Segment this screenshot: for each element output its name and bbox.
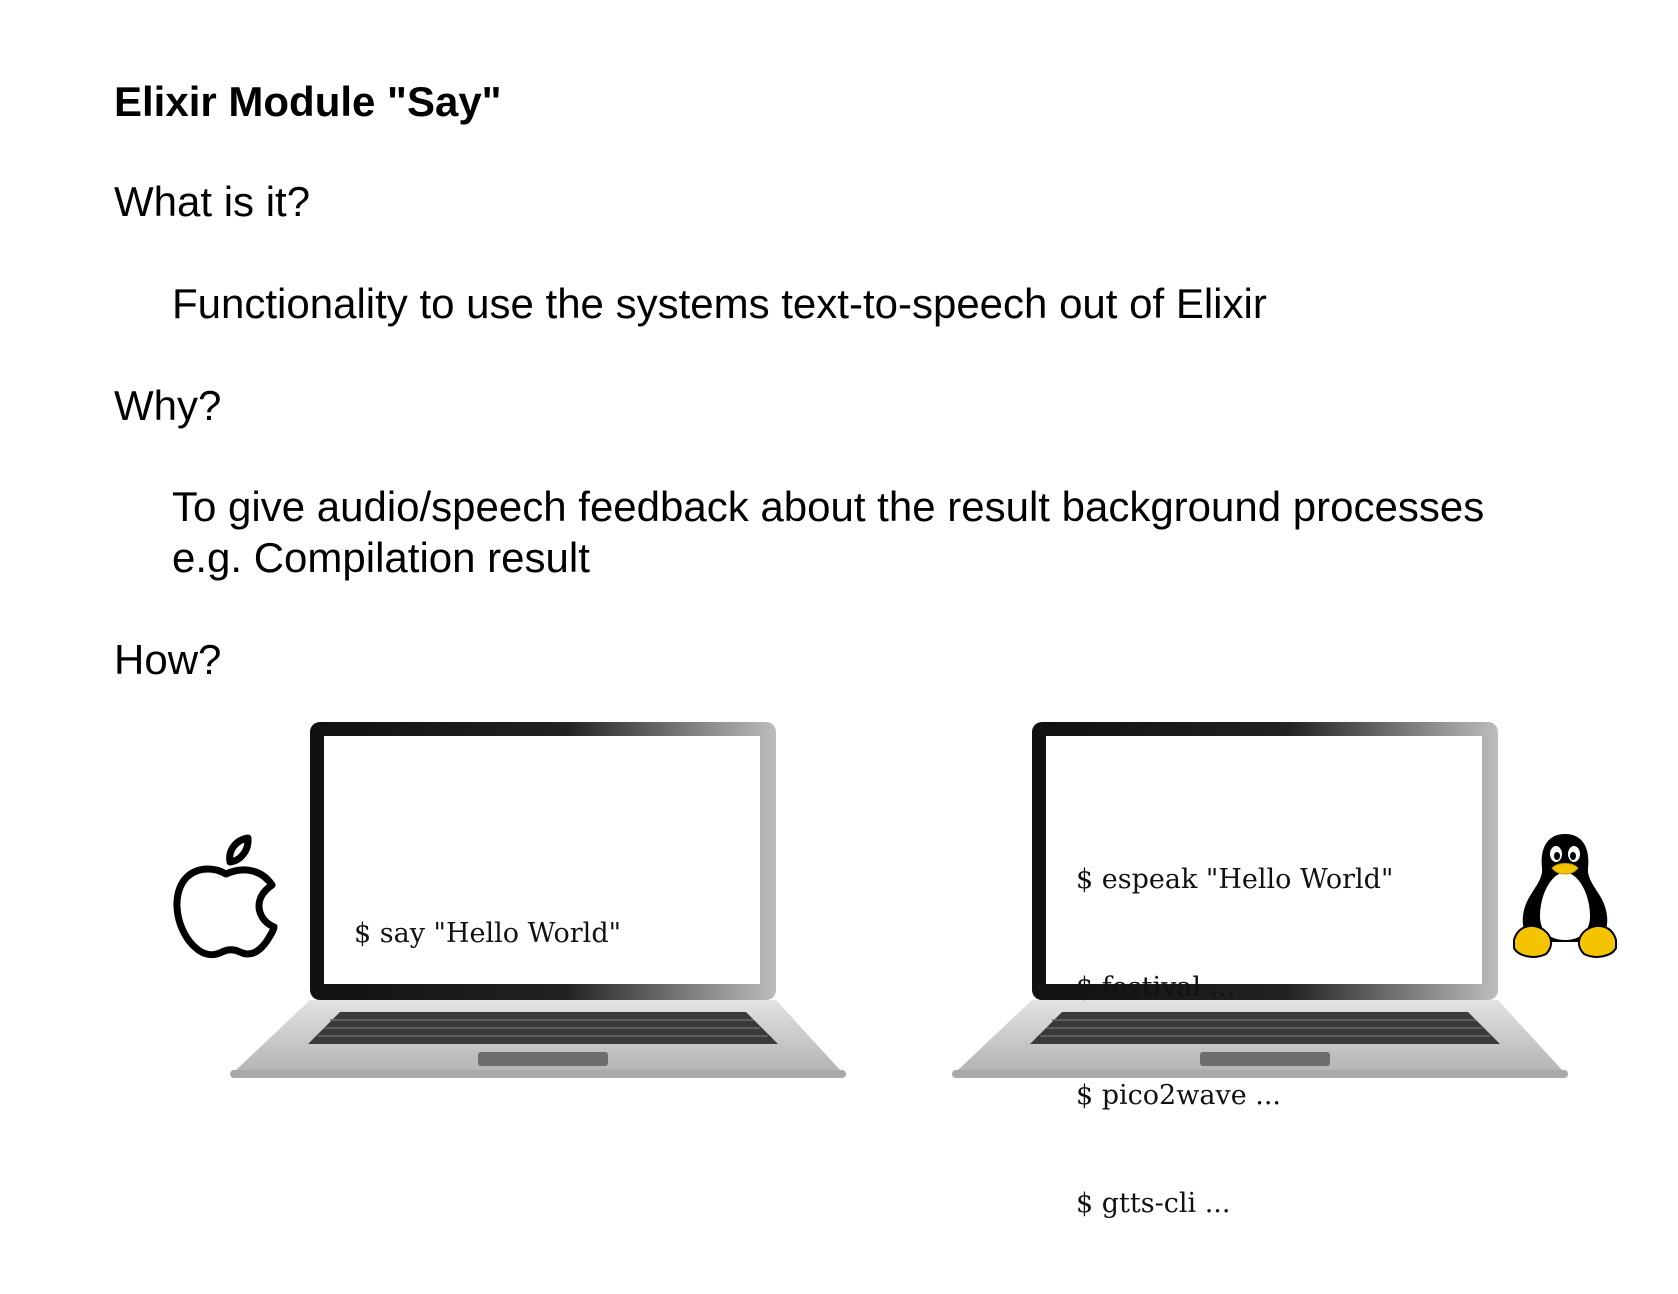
why-body-line2: e.g. Compilation result [172,534,590,581]
why-body-line1: To give audio/speech feedback about the … [172,483,1485,530]
tux-penguin-icon [1510,830,1620,967]
mac-terminal-text: $ say "Hello World" [354,844,621,1024]
terminal-command: $ say "Hello World" [354,918,622,949]
slide-title: Elixir Module "Say" [114,78,502,125]
terminal-command: $ gtts-cli ... [1076,1188,1231,1219]
what-heading: What is it? [114,178,311,225]
terminal-command: $ pico2wave ... [1076,1080,1282,1111]
linux-terminal-text: $ espeak "Hello World" $ festival ... $ … [1076,790,1393,1294]
mac-laptop: $ say "Hello World" [230,722,850,1082]
terminal-command: $ festival ... [1076,972,1236,1003]
what-body: Functionality to use the systems text-to… [172,280,1267,327]
terminal-command: $ espeak "Hello World" [1076,864,1394,895]
why-heading: Why? [114,382,222,429]
linux-laptop: $ espeak "Hello World" $ festival ... $ … [952,722,1572,1219]
how-heading: How? [114,636,222,683]
